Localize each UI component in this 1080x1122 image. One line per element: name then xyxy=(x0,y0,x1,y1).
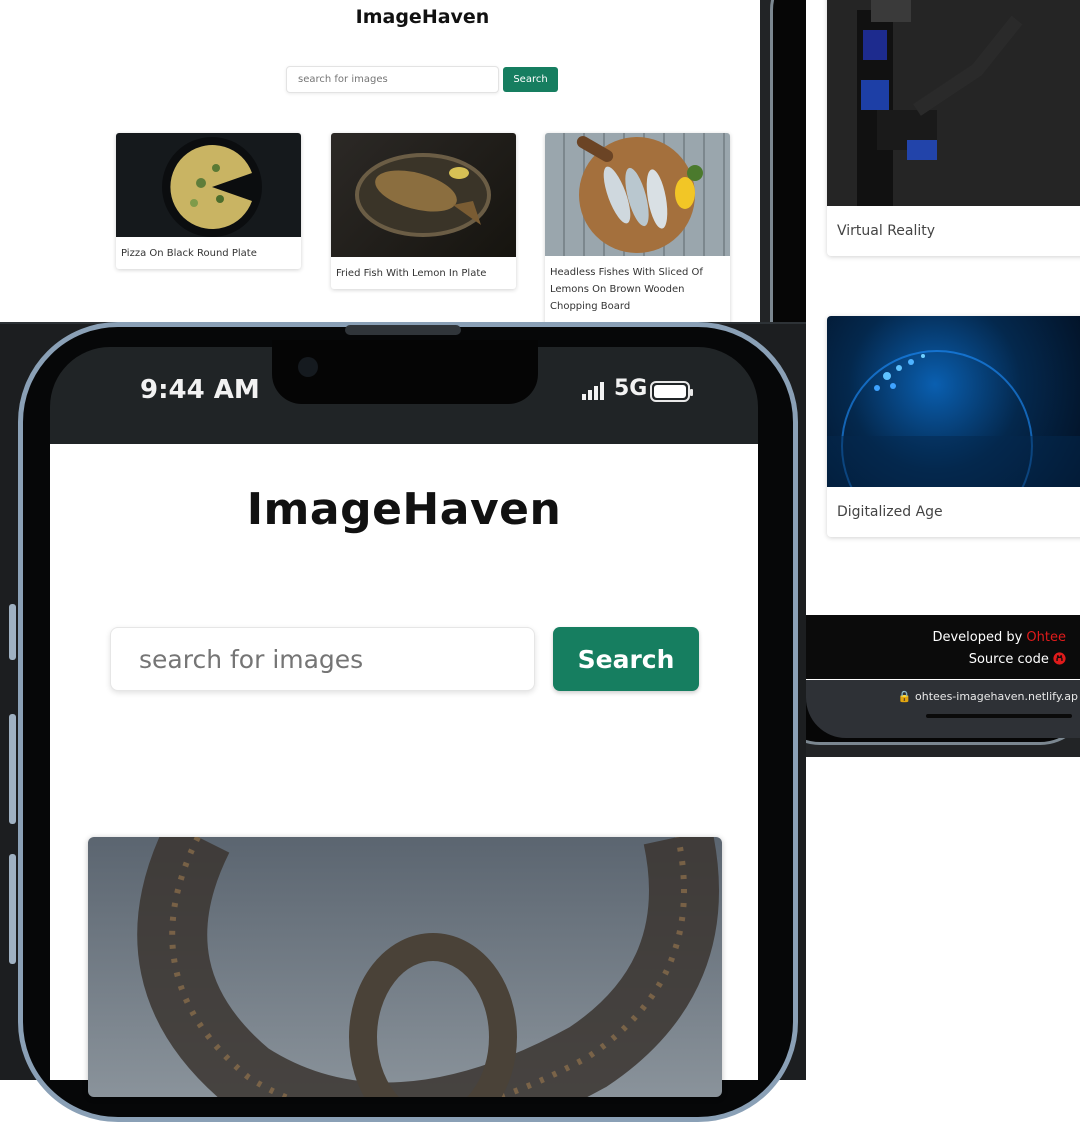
developed-by-line: Developed by Ohtee xyxy=(806,627,1066,649)
network-label: 5G xyxy=(614,376,648,401)
pizza-plate-illustration xyxy=(162,137,262,237)
virtual-reality-image xyxy=(827,0,1080,206)
image-card[interactable]: Headless Fishes With Sliced Of Lemons On… xyxy=(545,133,730,322)
search-input[interactable] xyxy=(286,66,499,93)
image-card[interactable]: Pizza On Black Round Plate xyxy=(116,133,301,269)
digital-globe-illustration xyxy=(827,350,1080,537)
source-code-label: Source code xyxy=(968,652,1049,667)
developer-link[interactable]: Ohtee xyxy=(1026,630,1066,645)
search-button[interactable]: Search xyxy=(553,627,699,691)
side-button xyxy=(9,854,16,964)
developed-by-label: Developed by xyxy=(932,630,1027,645)
lock-icon: 🔒 xyxy=(897,690,912,703)
browser-url-bar[interactable]: 🔒 ohtees-imagehaven.netlify.ap xyxy=(806,680,1080,738)
page-title: ImageHaven xyxy=(246,484,562,535)
signal-icon xyxy=(582,382,604,400)
search-button[interactable]: Search xyxy=(503,67,558,92)
robot-illustration xyxy=(857,0,1023,206)
card-caption: Virtual Reality xyxy=(837,223,936,239)
card-caption: Headless Fishes With Sliced Of Lemons On… xyxy=(550,267,703,312)
fried-fish-image xyxy=(331,133,516,257)
url-text: ohtees-imagehaven.netlify.ap xyxy=(915,690,1078,703)
status-time: 9:44 AM xyxy=(140,375,260,405)
search-input[interactable] xyxy=(110,627,535,691)
spiral-city-image xyxy=(88,837,722,1097)
page-title: ImageHaven xyxy=(355,6,490,28)
chopping-board-illustration xyxy=(576,136,703,253)
desktop-view: ImageHaven Search Pizza On Black Round P… xyxy=(0,0,760,322)
front-camera xyxy=(298,357,318,377)
fish-plate-illustration xyxy=(355,153,491,237)
card-caption: Fried Fish With Lemon In Plate xyxy=(336,268,487,279)
card-caption: Pizza On Black Round Plate xyxy=(121,248,257,259)
image-card[interactable]: Fried Fish With Lemon In Plate xyxy=(331,133,516,289)
source-code-link[interactable]: Source code xyxy=(806,649,1066,671)
home-indicator xyxy=(926,714,1072,718)
side-button xyxy=(9,604,16,660)
image-card[interactable]: Digitalized Age xyxy=(827,316,1080,537)
image-card[interactable] xyxy=(88,837,722,1097)
side-button xyxy=(9,714,16,824)
card-caption: Digitalized Age xyxy=(837,504,943,520)
site-footer: Developed by Ohtee Source code xyxy=(806,615,1080,679)
github-icon xyxy=(1053,652,1066,665)
digitalized-age-image xyxy=(827,316,1080,537)
image-card[interactable]: Virtual Reality xyxy=(827,0,1080,256)
speaker-grille xyxy=(345,325,461,335)
battery-icon xyxy=(650,381,693,402)
pizza-image xyxy=(116,133,301,237)
fishes-board-image xyxy=(545,133,730,256)
